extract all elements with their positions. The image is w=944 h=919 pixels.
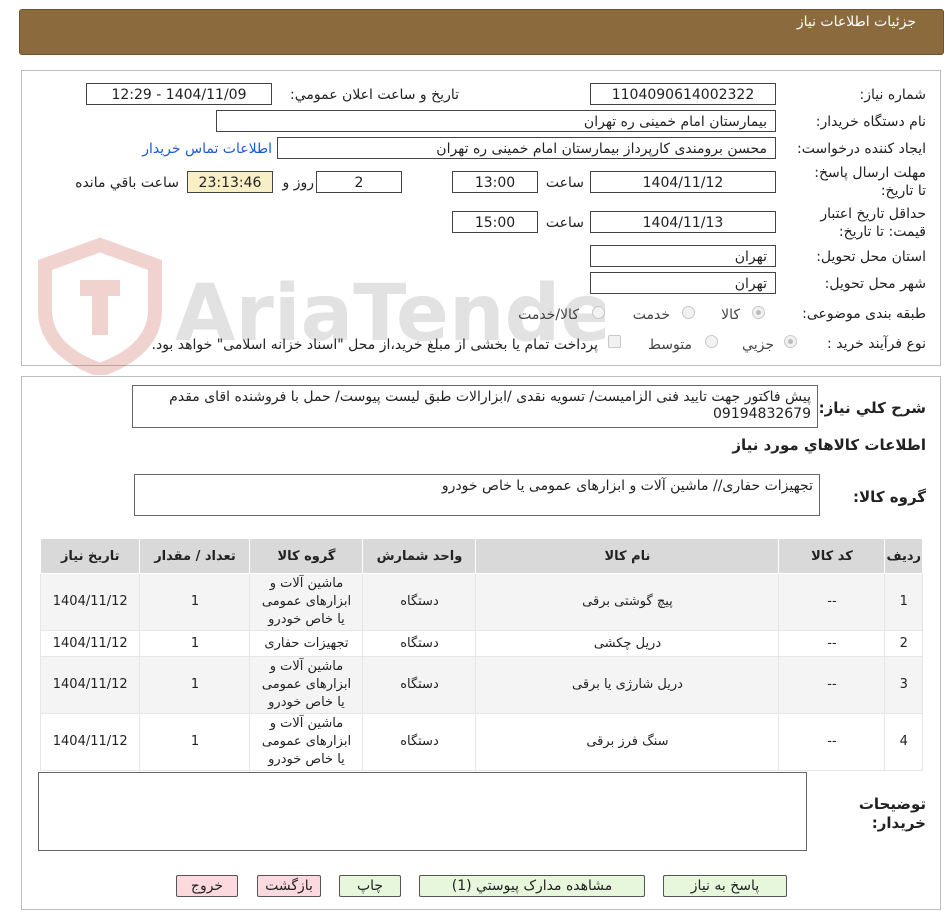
requester-field: محسن برومندی کارپرداز بیمارستان امام خمی… xyxy=(277,137,776,159)
buyer-notes-label: توضیحات خریدار: xyxy=(858,795,926,832)
category-both-label: کالا/خدمت xyxy=(518,307,579,323)
items-table: رديف کد کالا نام کالا واحد شمارش گروه کا… xyxy=(39,538,923,771)
category-service-radio[interactable] xyxy=(682,306,695,319)
cell-group: ماشین آلات و ابزارهای عمومی یا خاص خودرو xyxy=(249,713,364,771)
cell-qty: 1 xyxy=(139,713,251,771)
process-minor-radio[interactable] xyxy=(784,335,797,348)
cell-index: 4 xyxy=(884,713,923,771)
category-label: طبقه بندی موضوعی: xyxy=(802,306,926,322)
exit-button[interactable]: خروج xyxy=(176,875,238,897)
buyer-contact-link[interactable]: اطلاعات تماس خریدار xyxy=(142,141,272,157)
cell-group: تجهیزات حفاری xyxy=(249,630,364,657)
requester-label: ایجاد کننده درخواست: xyxy=(797,141,926,157)
cell-name: سنگ فرز برقی xyxy=(475,713,780,771)
cell-date: 1404/11/12 xyxy=(39,713,141,771)
validity-time-field: 15:00 xyxy=(452,211,538,233)
announce-label: تاریخ و ساعت اعلان عمومي: xyxy=(290,87,459,103)
process-label: نوع فرآیند خرید : xyxy=(827,336,926,352)
province-label: استان محل تحویل: xyxy=(816,249,926,265)
category-goods-label: کالا xyxy=(721,307,740,323)
cell-code: -- xyxy=(778,630,886,657)
cell-index: 3 xyxy=(884,656,923,714)
page-title: جزئیات اطلاعات نیاز xyxy=(796,14,916,30)
goods-group-text: تجهیزات حفاری// ماشین آلات و ابزارهای عم… xyxy=(441,478,813,494)
validity-label: حداقل تاریخ اعتبار قیمت: تا تاریخ: xyxy=(820,206,926,240)
cell-name: دریل شارژی یا برقی xyxy=(475,656,780,714)
cell-code: -- xyxy=(778,656,886,714)
treasury-checkbox[interactable] xyxy=(608,335,621,348)
cell-group: ماشین آلات و ابزارهای عمومی یا خاص خودرو xyxy=(249,656,364,714)
cell-index: 1 xyxy=(884,573,923,631)
deadline-label: مهلت ارسال پاسخ: تا تاریخ: xyxy=(814,165,926,199)
cell-qty: 1 xyxy=(139,630,251,657)
cell-qty: 1 xyxy=(139,656,251,714)
province-field: تهران xyxy=(590,245,776,267)
cell-unit: دستگاه xyxy=(362,656,477,714)
goods-section-title: اطلاعات كالاهاي مورد نياز xyxy=(732,436,926,454)
col-name: نام کالا xyxy=(475,538,780,574)
validity-time-label: ساعت xyxy=(545,215,584,231)
treasury-note: پرداخت تمام یا بخشی از مبلغ خرید،از محل … xyxy=(151,337,598,353)
cell-date: 1404/11/12 xyxy=(39,630,141,657)
view-attachments-button[interactable]: مشاهده مدارک پیوستي (1) xyxy=(419,875,645,897)
watermark-logo: AriaTender.neT xyxy=(25,225,832,379)
cell-name: پیچ گوشتی برقی xyxy=(475,573,780,631)
back-button[interactable]: بازگشت xyxy=(257,875,321,897)
cell-index: 2 xyxy=(884,630,923,657)
deadline-time-label: ساعت xyxy=(545,175,584,191)
goods-group-textarea[interactable]: تجهیزات حفاری// ماشین آلات و ابزارهای عم… xyxy=(134,474,820,516)
cell-unit: دستگاه xyxy=(362,713,477,771)
cell-date: 1404/11/12 xyxy=(39,573,141,631)
col-index: رديف xyxy=(884,538,923,574)
deadline-date-field: 1404/11/12 xyxy=(590,171,776,193)
cell-qty: 1 xyxy=(139,573,251,631)
col-date: تاریخ نیاز xyxy=(39,538,141,574)
cell-group: ماشین آلات و ابزارهای عمومی یا خاص خودرو xyxy=(249,573,364,631)
goods-group-label: گروه کالا: xyxy=(853,488,926,506)
process-medium-label: متوسط xyxy=(648,337,692,353)
col-group: گروه کالا xyxy=(249,538,364,574)
category-both-radio[interactable] xyxy=(592,306,605,319)
table-row: 2 -- دریل چکشی دستگاه تجهیزات حفاری 1 14… xyxy=(39,630,923,657)
cell-unit: دستگاه xyxy=(362,630,477,657)
buyer-org-label: نام دستگاه خريدار: xyxy=(815,114,926,130)
buyer-notes-textarea[interactable] xyxy=(38,772,807,851)
col-code: کد کالا xyxy=(778,538,886,574)
remaining-label: ساعت باقي مانده xyxy=(75,175,179,191)
announce-field: 1404/11/09 - 12:29 xyxy=(86,83,272,105)
summary-textarea[interactable]: پیش فاکتور جهت تایید فنی الزامیست/ تسویه… xyxy=(132,385,818,428)
city-label: شهر محل تحویل: xyxy=(824,276,926,292)
cell-code: -- xyxy=(778,713,886,771)
buyer-org-field: بیمارستان امام خمینی ره تهران xyxy=(216,110,776,132)
city-field: تهران xyxy=(590,272,776,294)
need-number-field: 1104090614002322 xyxy=(590,83,776,105)
table-row: 1 -- پیچ گوشتی برقی دستگاه ماشین آلات و … xyxy=(39,573,923,631)
col-qty: تعداد / مقدار xyxy=(139,538,251,574)
table-row: 3 -- دریل شارژی یا برقی دستگاه ماشین آلا… xyxy=(39,656,923,714)
col-unit: واحد شمارش xyxy=(362,538,477,574)
remaining-time-field: 23:13:46 xyxy=(187,171,273,193)
cell-code: -- xyxy=(778,573,886,631)
table-header-row: رديف کد کالا نام کالا واحد شمارش گروه کا… xyxy=(39,538,923,574)
days-field: 2 xyxy=(316,171,402,193)
cell-unit: دستگاه xyxy=(362,573,477,631)
reply-button[interactable]: پاسخ به نیاز xyxy=(663,875,787,897)
need-number-label: شماره نیاز: xyxy=(859,87,927,103)
process-medium-radio[interactable] xyxy=(705,335,718,348)
cell-name: دریل چکشی xyxy=(475,630,780,657)
table-row: 4 -- سنگ فرز برقی دستگاه ماشین آلات و اب… xyxy=(39,713,923,771)
validity-date-field: 1404/11/13 xyxy=(590,211,776,233)
summary-label: شرح كلي نياز: xyxy=(818,399,926,417)
days-word: روز و xyxy=(282,175,315,191)
deadline-time-field: 13:00 xyxy=(452,171,538,193)
cell-date: 1404/11/12 xyxy=(39,656,141,714)
category-goods-radio[interactable] xyxy=(752,306,765,319)
category-service-label: خدمت xyxy=(632,307,670,323)
summary-text: پیش فاکتور جهت تایید فنی الزامیست/ تسویه… xyxy=(169,389,811,422)
process-minor-label: جزيي xyxy=(742,337,774,353)
print-button[interactable]: چاپ xyxy=(339,875,401,897)
